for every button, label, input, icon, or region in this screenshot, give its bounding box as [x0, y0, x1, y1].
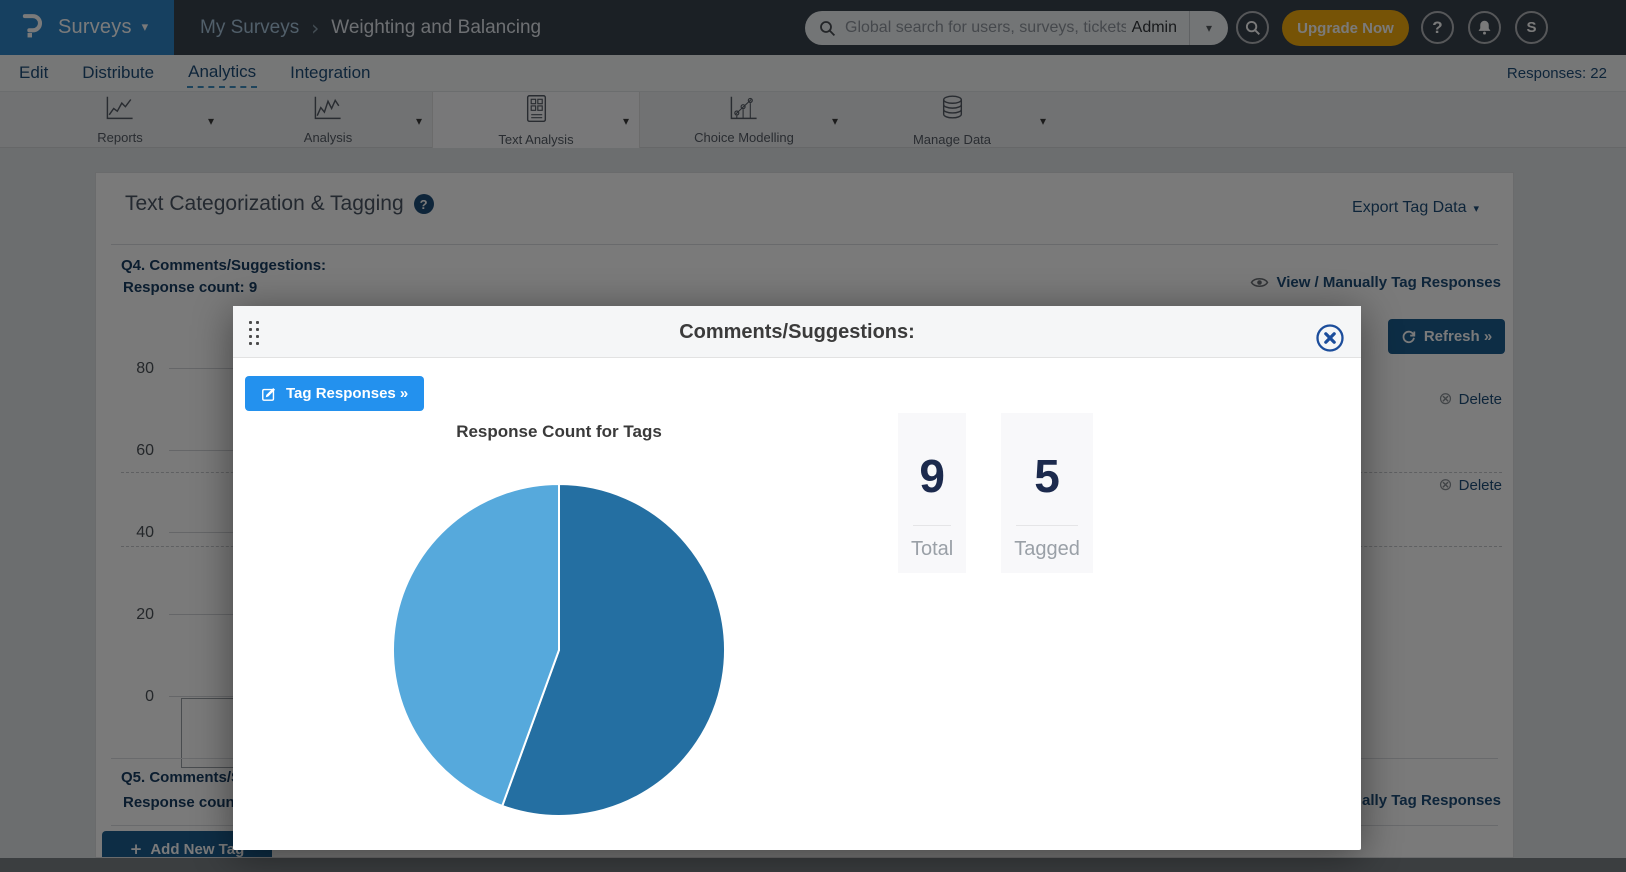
modal-title: Comments/Suggestions:: [233, 306, 1361, 358]
comments-suggestions-modal: Comments/Suggestions: Tag Responses » Re…: [233, 306, 1361, 850]
app-screen: Surveys ▾ My Surveys › Weighting and Bal…: [0, 0, 1626, 872]
tag-responses-button[interactable]: Tag Responses »: [245, 376, 424, 411]
tag-stats: 9 Total 5 Tagged: [898, 413, 1093, 573]
stat-total-label: Total: [911, 538, 953, 561]
stat-total-value: 9: [911, 449, 953, 503]
stat-tagged: 5 Tagged: [1001, 413, 1093, 573]
edit-pencil-icon: [261, 386, 277, 402]
pie-chart-title: Response Count for Tags: [359, 422, 759, 442]
stat-divider: [1016, 525, 1078, 526]
stat-total: 9 Total: [898, 413, 966, 573]
pie-chart: [391, 482, 727, 818]
stat-divider: [913, 525, 951, 526]
stat-tagged-label: Tagged: [1014, 538, 1080, 561]
pie-chart-container: [391, 482, 727, 818]
close-icon[interactable]: [1315, 323, 1345, 353]
stat-tagged-value: 5: [1014, 449, 1080, 503]
drag-handle[interactable]: [249, 321, 260, 346]
